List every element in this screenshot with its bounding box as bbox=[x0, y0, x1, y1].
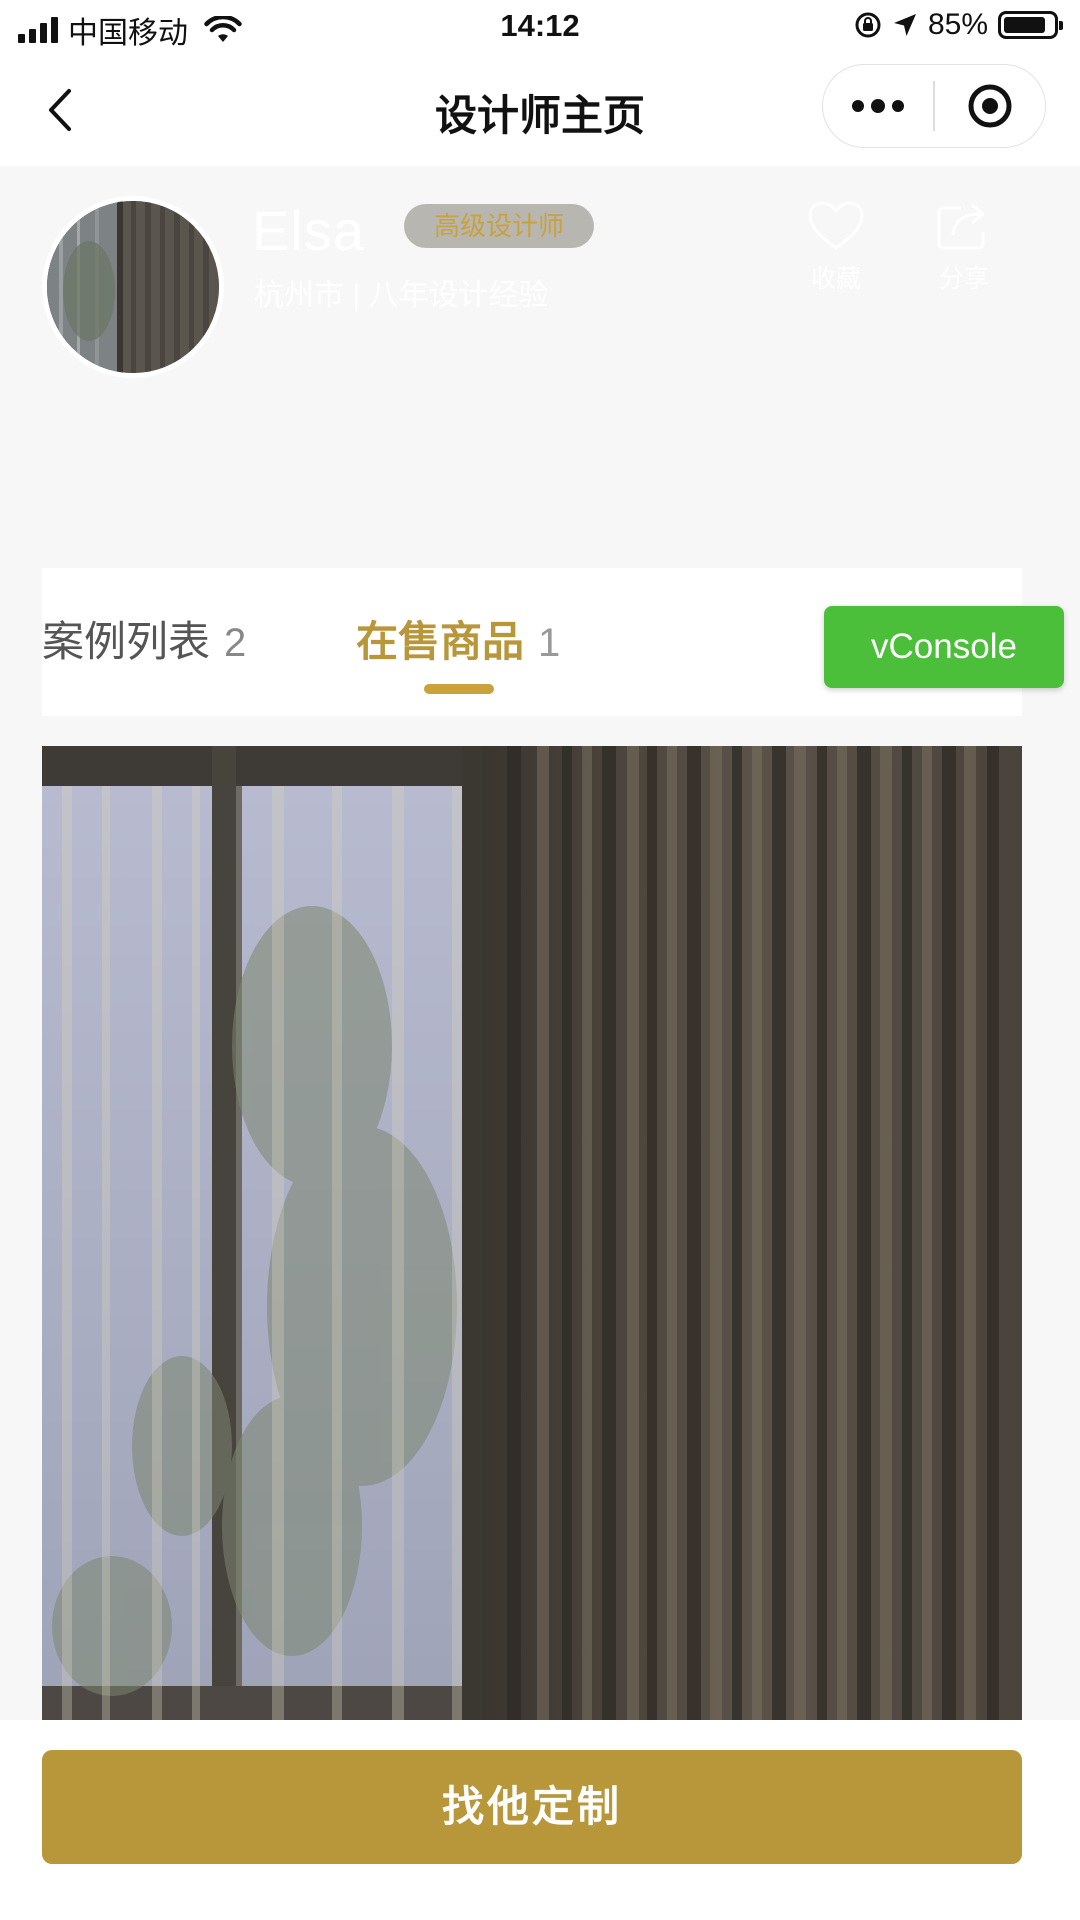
product-image[interactable] bbox=[42, 746, 1022, 1720]
designer-name: Elsa bbox=[252, 199, 365, 262]
battery-fill bbox=[1004, 17, 1045, 33]
designer-info: 杭州市 | 八年设计经验 bbox=[254, 279, 549, 312]
more-dots-icon bbox=[852, 100, 865, 112]
tab-goods-label: 在售商品 bbox=[356, 618, 525, 665]
tab-cases-count: 2 bbox=[224, 621, 247, 665]
close-button[interactable] bbox=[935, 65, 1045, 147]
record-circle-icon bbox=[968, 84, 1012, 128]
heart-icon bbox=[808, 201, 864, 250]
custom-order-button[interactable]: 找他定制 bbox=[42, 1750, 1022, 1864]
bottom-bar: 找他定制 bbox=[0, 1720, 1080, 1920]
share-button[interactable]: 分享 bbox=[924, 200, 1004, 295]
status-bar: 中国移动 14:12 85% bbox=[0, 0, 1080, 54]
share-label: 分享 bbox=[938, 265, 989, 293]
tab-cases[interactable]: 案例列表 2 bbox=[42, 608, 246, 669]
avatar bbox=[42, 196, 224, 378]
favorite-label: 收藏 bbox=[810, 265, 861, 293]
mini-program-capsule bbox=[822, 64, 1046, 148]
battery-percent: 85% bbox=[927, 8, 988, 41]
tab-goods-count: 1 bbox=[538, 621, 561, 665]
vconsole-button[interactable]: vConsole bbox=[824, 606, 1064, 688]
battery-icon bbox=[998, 11, 1063, 39]
rotation-lock-icon bbox=[855, 12, 881, 38]
share-icon bbox=[937, 204, 985, 250]
favorite-button[interactable]: 收藏 bbox=[796, 200, 876, 295]
nav-bar: 设计师主页 bbox=[0, 54, 1080, 166]
tab-cases-label: 案例列表 bbox=[42, 618, 211, 665]
status-right: 85% bbox=[854, 8, 1063, 42]
avatar-image bbox=[47, 201, 219, 373]
tab-goods[interactable]: 在售商品 1 bbox=[356, 608, 560, 669]
more-button[interactable] bbox=[823, 65, 933, 147]
location-arrow-icon bbox=[893, 14, 916, 36]
active-tab-indicator bbox=[424, 684, 494, 694]
curtain-photo bbox=[42, 746, 1022, 1720]
designer-level-badge: 高级设计师 bbox=[404, 204, 595, 248]
